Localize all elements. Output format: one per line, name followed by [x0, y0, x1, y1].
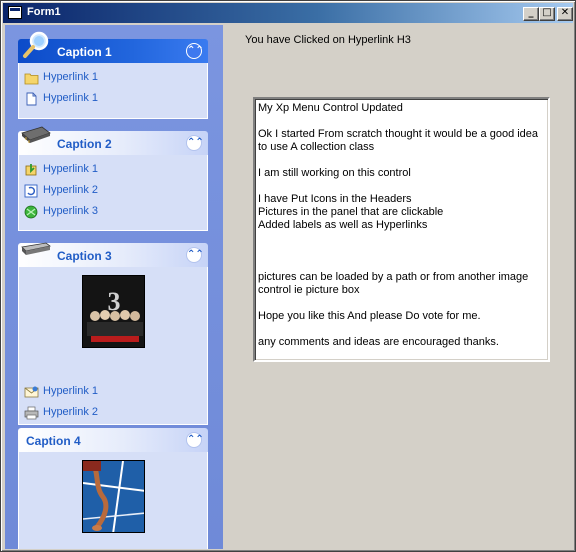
install-icon — [25, 164, 37, 176]
title-bar[interactable]: Form1 _ □ ✕ — [3, 3, 573, 23]
panel-caption[interactable]: Caption 3 — [57, 249, 112, 263]
panel-link[interactable]: Hyperlink 1 — [19, 88, 207, 109]
hyperlink-label[interactable]: Hyperlink 1 — [43, 71, 98, 83]
panel-link[interactable]: Hyperlink 1 — [19, 67, 207, 88]
panel-link[interactable]: Hyperlink 2 — [19, 402, 207, 423]
xp-menu-sidebar: Caption 1 ⌃⌃ Hyperlink 1 Hyperlink 1 Cap… — [5, 25, 223, 549]
panel-caption-2: Caption 2 ⌃⌃ Hyperlink 1 Hyperlink 2 Hyp… — [18, 126, 208, 231]
panel-header[interactable]: Caption 2 ⌃⌃ — [18, 126, 208, 155]
panel-header[interactable]: Caption 3 ⌃⌃ — [18, 242, 208, 267]
collapse-chevron-icon[interactable]: ⌃⌃ — [186, 43, 204, 59]
textbox-line — [258, 245, 546, 258]
textbox-line: Pictures in the panel that are clickable — [258, 206, 444, 218]
textbox-line: Hope you like this And please Do vote fo… — [258, 310, 481, 322]
notes-textbox[interactable]: My Xp Menu Control Updated Ok I started … — [253, 97, 550, 362]
window-icon[interactable] — [8, 6, 22, 19]
tennis-court-photo[interactable] — [82, 460, 145, 533]
printer-icon — [24, 406, 39, 420]
mail-icon — [24, 386, 39, 398]
panel-caption[interactable]: Caption 4 — [26, 434, 81, 448]
panel-caption-4: Caption 4 ⌃⌃ — [18, 428, 208, 549]
hyperlink-label[interactable]: Hyperlink 2 — [43, 406, 98, 418]
application-window: Form1 _ □ ✕ Caption 1 ⌃⌃ Hyperlink 1 Hyp… — [0, 0, 576, 552]
scream-3-poster-image[interactable]: 3 — [82, 275, 145, 348]
hyperlink-label[interactable]: Hyperlink 2 — [43, 184, 98, 196]
textbox-line: My Xp Menu Control Updated — [258, 102, 403, 114]
textbox-line — [258, 180, 546, 193]
memory-chip-icon — [21, 126, 51, 143]
hyperlink-label[interactable]: Hyperlink 3 — [43, 205, 98, 217]
panel-header[interactable]: Caption 1 ⌃⌃ — [18, 31, 208, 63]
textbox-line: I am still working on this control — [258, 167, 411, 179]
hyperlink-label[interactable]: Hyperlink 1 — [43, 92, 98, 104]
collapse-chevron-icon[interactable]: ⌃⌃ — [186, 432, 204, 448]
textbox-line — [258, 154, 546, 167]
panel-body: Hyperlink 1 Hyperlink 2 Hyperlink 3 — [18, 155, 208, 231]
close-button[interactable]: ✕ — [557, 7, 573, 21]
hyperlink-label[interactable]: Hyperlink 1 — [43, 163, 98, 175]
panel-body: 3 Hyperlink 1 Hyperlink 2 — [18, 267, 208, 425]
panel-caption-1: Caption 1 ⌃⌃ Hyperlink 1 Hyperlink 1 — [18, 31, 208, 119]
document-icon — [26, 92, 37, 106]
panel-header[interactable]: Caption 4 ⌃⌃ — [18, 428, 208, 452]
textbox-line — [258, 115, 546, 128]
collapse-chevron-icon[interactable]: ⌃⌃ — [186, 247, 204, 263]
panel-link[interactable]: Hyperlink 1 — [19, 159, 207, 180]
window-title: Form1 — [27, 6, 61, 18]
minimize-button[interactable]: _ — [523, 7, 539, 21]
maximize-button[interactable]: □ — [539, 7, 555, 21]
textbox-line — [258, 323, 546, 336]
textbox-line: Added labels as well as Hyperlinks — [258, 219, 428, 231]
panel-links: Hyperlink 1 Hyperlink 2 — [19, 381, 207, 423]
panel-link[interactable]: Hyperlink 3 — [19, 201, 207, 222]
panel-body: Hyperlink 1 Hyperlink 1 — [18, 63, 208, 119]
photo-artwork — [83, 461, 144, 532]
hyperlink-label[interactable]: Hyperlink 1 — [43, 385, 98, 397]
poster-artwork: 3 — [83, 276, 144, 347]
folder-icon — [24, 73, 39, 85]
panel-link[interactable]: Hyperlink 1 — [19, 381, 207, 402]
panel-caption[interactable]: Caption 2 — [57, 137, 112, 151]
green-orb-icon — [24, 205, 38, 219]
textbox-line: pictures can be loaded by a path or from… — [258, 271, 532, 296]
clicked-status-label: You have Clicked on Hyperlink H3 — [245, 34, 411, 46]
panel-caption[interactable]: Caption 1 — [57, 45, 112, 59]
textbox-line: I have Put Icons in the Headers — [258, 193, 412, 205]
panel-body — [18, 452, 208, 549]
magnifier-icon — [23, 31, 49, 58]
textbox-line: any comments and ideas are encouraged th… — [258, 336, 499, 348]
collapse-chevron-icon[interactable]: ⌃⌃ — [186, 135, 204, 151]
panel-caption-3: Caption 3 ⌃⌃ 3 Hyperlink 1 Hyperlink 2 — [18, 242, 208, 425]
textbox-line — [258, 297, 546, 310]
refresh-icon — [24, 184, 38, 198]
textbox-line — [258, 232, 546, 245]
textbox-line: Ok I started From scratch thought it wou… — [258, 128, 542, 153]
panel-link[interactable]: Hyperlink 2 — [19, 180, 207, 201]
drive-icon — [21, 242, 51, 255]
textbox-line — [258, 258, 546, 271]
